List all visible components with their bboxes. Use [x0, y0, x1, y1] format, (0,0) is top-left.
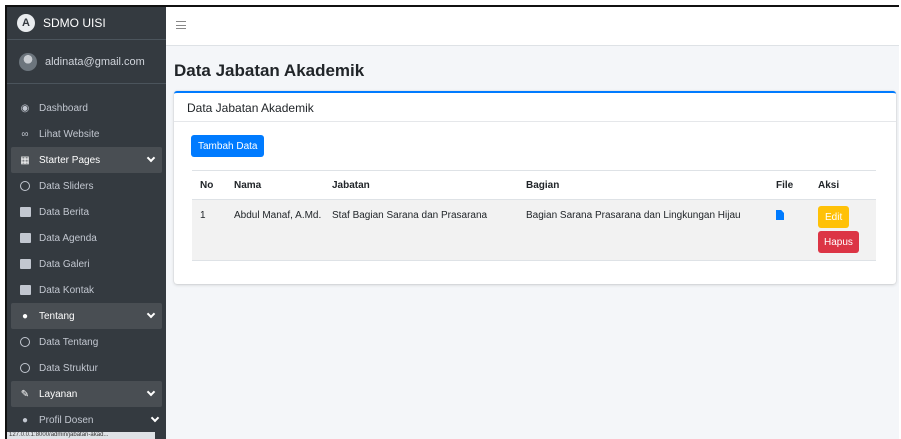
calendar-icon [19, 232, 31, 244]
sidebar-item-data-tentang[interactable]: Data Tentang [7, 329, 166, 355]
sidebar-item-label: Starter Pages [39, 154, 101, 166]
sidebar-item-profil-dosen[interactable]: ● Profil Dosen [7, 407, 166, 433]
sidebar-item-data-berita[interactable]: Data Berita [7, 199, 166, 225]
sidebar-item-label: Data Kontak [39, 284, 95, 296]
status-url: 127.0.0.1:8000/admin/jabatan-akad... [7, 432, 155, 439]
brand-logo-icon: A [17, 14, 35, 32]
user-icon: ● [21, 414, 29, 426]
file-icon[interactable] [776, 210, 784, 220]
cell-file [768, 199, 810, 261]
sidebar-item-data-galeri[interactable]: Data Galeri [7, 251, 166, 277]
cell-no: 1 [192, 199, 226, 261]
brand[interactable]: A SDMO UISI [7, 7, 166, 40]
add-data-button[interactable]: Tambah Data [191, 135, 265, 157]
cell-bagian: Bagian Sarana Prasarana dan Lingkungan H… [518, 199, 768, 261]
sidebar-item-label: Data Berita [39, 206, 90, 218]
chevron-down-icon [150, 413, 160, 423]
data-table: No Nama Jabatan Bagian File Aksi 1 Abdul… [192, 170, 876, 261]
sidebar-item-label: Dashboard [39, 102, 88, 114]
circle-icon [19, 362, 31, 374]
user-panel[interactable]: aldinata@gmail.com [7, 40, 166, 84]
photo-icon [19, 258, 31, 270]
page-title: Data Jabatan Akademik [174, 61, 365, 80]
top-navbar [166, 7, 899, 46]
sidebar-item-label: Data Sliders [39, 180, 94, 192]
data-card: Data Jabatan Akademik Tambah Data No Nam… [174, 91, 896, 284]
sidebar-item-label: Lihat Website [39, 128, 100, 140]
column-header: Aksi [810, 170, 876, 200]
tachometer-icon: ◉ [20, 102, 30, 114]
sidebar-item-data-agenda[interactable]: Data Agenda [7, 225, 166, 251]
user-email: aldinata@gmail.com [45, 55, 145, 68]
column-header: File [768, 170, 810, 200]
avatar [19, 52, 37, 71]
sidebar-item-tentang[interactable]: ● Tentang [11, 303, 162, 329]
sidebar-item-data-sliders[interactable]: Data Sliders [7, 173, 166, 199]
cell-nama: Abdul Manaf, A.Md. [226, 199, 324, 261]
cell-jabatan: Staf Bagian Sarana dan Prasarana [324, 199, 518, 261]
edit-icon: ✎ [20, 388, 30, 400]
sidebar-item-starter-pages[interactable]: ▦ Starter Pages [11, 147, 162, 173]
link-icon: ∞ [21, 128, 29, 140]
column-header: No [192, 170, 226, 200]
table-icon: ▦ [20, 154, 30, 166]
hamburger-menu-icon[interactable] [176, 21, 186, 29]
chevron-down-icon [146, 387, 156, 397]
chevron-down-icon [146, 153, 156, 163]
card-title: Data Jabatan Akademik [174, 93, 896, 122]
sidebar-item-layanan[interactable]: ✎ Layanan [11, 381, 162, 407]
circle-icon [19, 336, 31, 348]
sidebar: A SDMO UISI aldinata@gmail.com ◉ Dashboa… [7, 7, 166, 439]
sidebar-item-label: Data Struktur [39, 362, 98, 374]
column-header: Nama [226, 170, 324, 200]
brand-name: SDMO UISI [43, 16, 106, 30]
sidebar-item-label: Data Galeri [39, 258, 90, 270]
contact-icon [19, 284, 31, 296]
edit-button[interactable]: Edit [818, 206, 850, 228]
main-content: Data Jabatan Akademik Data Jabatan Akade… [166, 47, 899, 439]
sidebar-item-dashboard[interactable]: ◉ Dashboard [7, 95, 166, 121]
user-icon: ● [21, 310, 29, 322]
cell-aksi: Edit Hapus [810, 199, 876, 261]
sidebar-item-label: Data Agenda [39, 232, 97, 244]
sidebar-item-data-kontak[interactable]: Data Kontak [7, 277, 166, 303]
delete-button[interactable]: Hapus [818, 231, 859, 253]
sidebar-item-label: Layanan [39, 388, 78, 400]
app-window: A SDMO UISI aldinata@gmail.com ◉ Dashboa… [5, 5, 899, 439]
circle-icon [19, 180, 31, 192]
chevron-down-icon [146, 309, 156, 319]
sidebar-item-lihat-website[interactable]: ∞ Lihat Website [7, 121, 166, 147]
column-header: Jabatan [324, 170, 518, 200]
table-header-row: No Nama Jabatan Bagian File Aksi [192, 170, 876, 200]
sidebar-item-label: Profil Dosen [39, 414, 94, 426]
table-row: 1 Abdul Manaf, A.Md. Staf Bagian Sarana … [192, 199, 876, 261]
column-header: Bagian [518, 170, 768, 200]
image-icon [19, 206, 31, 218]
sidebar-item-data-struktur[interactable]: Data Struktur [7, 355, 166, 381]
sidebar-item-label: Tentang [39, 310, 75, 322]
sidebar-nav: ◉ Dashboard ∞ Lihat Website ▦ Starter Pa… [7, 84, 166, 433]
sidebar-item-label: Data Tentang [39, 336, 99, 348]
